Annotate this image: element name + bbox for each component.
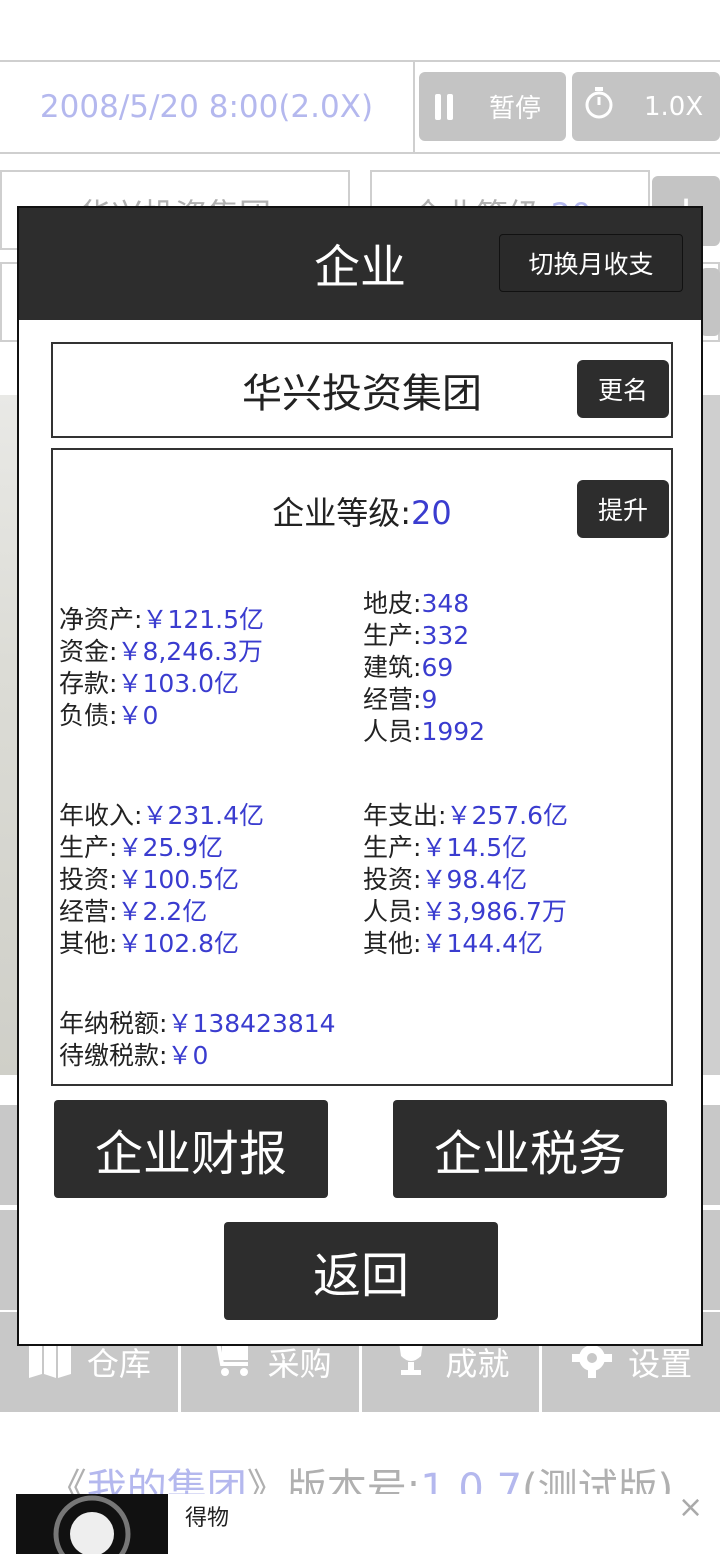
income-list: 年收入:￥231.4亿 生产:￥25.9亿 投资:￥100.5亿 经营:￥2.2…: [59, 800, 264, 960]
stat-value: ￥102.8亿: [117, 929, 240, 958]
stat-value: ￥138423814: [167, 1009, 336, 1038]
expense-row: 人员:￥3,986.7万: [363, 896, 568, 928]
stat-label: 待缴税款:: [59, 1041, 168, 1070]
financial-report-button[interactable]: 企业财报: [54, 1100, 328, 1198]
tax-list: 年纳税额:￥138423814 待缴税款:￥0: [59, 1008, 336, 1072]
ad-thumbnail[interactable]: [16, 1494, 168, 1558]
assets-row: 资金:￥8,246.3万: [59, 636, 264, 668]
counts-row: 经营:9: [363, 684, 485, 716]
stat-value: ￥100.5亿: [117, 865, 240, 894]
counts-row: 地皮:348: [363, 588, 485, 620]
counts-list: 地皮:348 生产:332 建筑:69 经营:9 人员:1992: [363, 588, 485, 748]
stat-label: 投资:: [59, 865, 118, 894]
stat-label: 经营:: [59, 897, 118, 926]
stat-value: ￥25.9亿: [117, 833, 224, 862]
tax-row: 年纳税额:￥138423814: [59, 1008, 336, 1040]
stat-value: 1992: [421, 717, 486, 746]
stat-value: ￥144.4亿: [421, 929, 544, 958]
stat-label: 净资产:: [59, 605, 143, 634]
stat-value: ￥8,246.3万: [117, 637, 263, 666]
assets-list: 净资产:￥121.5亿 资金:￥8,246.3万 存款:￥103.0亿 负债:￥…: [59, 604, 264, 732]
stat-label: 建筑:: [363, 653, 422, 682]
expense-row: 生产:￥14.5亿: [363, 832, 568, 864]
stat-value: ￥103.0亿: [117, 669, 240, 698]
level-value: 20: [411, 494, 452, 532]
expense-row: 其他:￥144.4亿: [363, 928, 568, 960]
stat-label: 其他:: [363, 929, 422, 958]
switch-monthly-button[interactable]: 切换月收支: [499, 234, 683, 292]
ad-title: 得物: [185, 1506, 230, 1531]
expense-list: 年支出:￥257.6亿 生产:￥14.5亿 投资:￥98.4亿 人员:￥3,98…: [363, 800, 568, 960]
stat-label: 其他:: [59, 929, 118, 958]
stat-value: ￥0: [167, 1041, 209, 1070]
stat-value: ￥257.6亿: [446, 801, 569, 830]
speed-button[interactable]: 1.0X: [572, 72, 720, 141]
stat-label: 投资:: [363, 865, 422, 894]
company-dialog: 企业 切换月收支 华兴投资集团 更名 企业等级:20 提升 净资产:￥121.5…: [17, 206, 703, 1346]
stat-label: 年收入:: [59, 801, 143, 830]
stat-label: 负债:: [59, 701, 118, 730]
company-info-box: 企业等级:20 提升 净资产:￥121.5亿 资金:￥8,246.3万 存款:￥…: [51, 448, 673, 1086]
stat-label: 地皮:: [363, 589, 422, 618]
stat-label: 经营:: [363, 685, 422, 714]
stat-label: 年支出:: [363, 801, 447, 830]
stat-label: 生产:: [363, 833, 422, 862]
assets-row: 负债:￥0: [59, 700, 264, 732]
pause-button[interactable]: 暂停: [419, 72, 566, 141]
pause-label: 暂停: [489, 94, 542, 124]
stat-value: ￥2.2亿: [117, 897, 208, 926]
stat-value: ￥121.5亿: [142, 605, 265, 634]
ad-close-icon[interactable]: ×: [678, 1490, 703, 1525]
stat-value: 348: [421, 589, 470, 618]
upgrade-button[interactable]: 提升: [577, 480, 669, 538]
bg-side-strip: [703, 395, 720, 1075]
stat-value: ￥3,986.7万: [421, 897, 567, 926]
pause-icon: [435, 93, 453, 120]
tax-row: 待缴税款:￥0: [59, 1040, 336, 1072]
stat-value: ￥98.4亿: [421, 865, 528, 894]
stat-label: 存款:: [59, 669, 118, 698]
expense-row: 投资:￥98.4亿: [363, 864, 568, 896]
game-datetime: 2008/5/20 8:00(2.0X): [0, 60, 415, 154]
speed-label: 1.0X: [644, 91, 704, 122]
company-name-box: 华兴投资集团 更名: [51, 342, 673, 438]
stat-label: 人员:: [363, 897, 422, 926]
bg-side-button[interactable]: [700, 268, 720, 336]
stopwatch-icon: [584, 86, 614, 127]
counts-row: 建筑:69: [363, 652, 485, 684]
stat-value: 332: [421, 621, 470, 650]
assets-row: 存款:￥103.0亿: [59, 668, 264, 700]
level-label: 企业等级:: [272, 494, 412, 532]
stat-value: ￥0: [117, 701, 159, 730]
stat-label: 人员:: [363, 717, 422, 746]
rename-button[interactable]: 更名: [577, 360, 669, 418]
stat-value: ￥14.5亿: [421, 833, 528, 862]
income-row: 年收入:￥231.4亿: [59, 800, 264, 832]
income-row: 经营:￥2.2亿: [59, 896, 264, 928]
stat-label: 生产:: [363, 621, 422, 650]
income-row: 其他:￥102.8亿: [59, 928, 264, 960]
stat-label: 生产:: [59, 833, 118, 862]
stat-value: ￥231.4亿: [142, 801, 265, 830]
counts-row: 人员:1992: [363, 716, 485, 748]
corporate-tax-button[interactable]: 企业税务: [393, 1100, 667, 1198]
stat-value: 9: [421, 685, 438, 714]
income-row: 投资:￥100.5亿: [59, 864, 264, 896]
stat-label: 资金:: [59, 637, 118, 666]
stat-value: 69: [421, 653, 454, 682]
back-button[interactable]: 返回: [224, 1222, 498, 1320]
income-row: 生产:￥25.9亿: [59, 832, 264, 864]
stat-label: 年纳税额:: [59, 1009, 168, 1038]
counts-row: 生产:332: [363, 620, 485, 652]
expense-row: 年支出:￥257.6亿: [363, 800, 568, 832]
assets-row: 净资产:￥121.5亿: [59, 604, 264, 636]
